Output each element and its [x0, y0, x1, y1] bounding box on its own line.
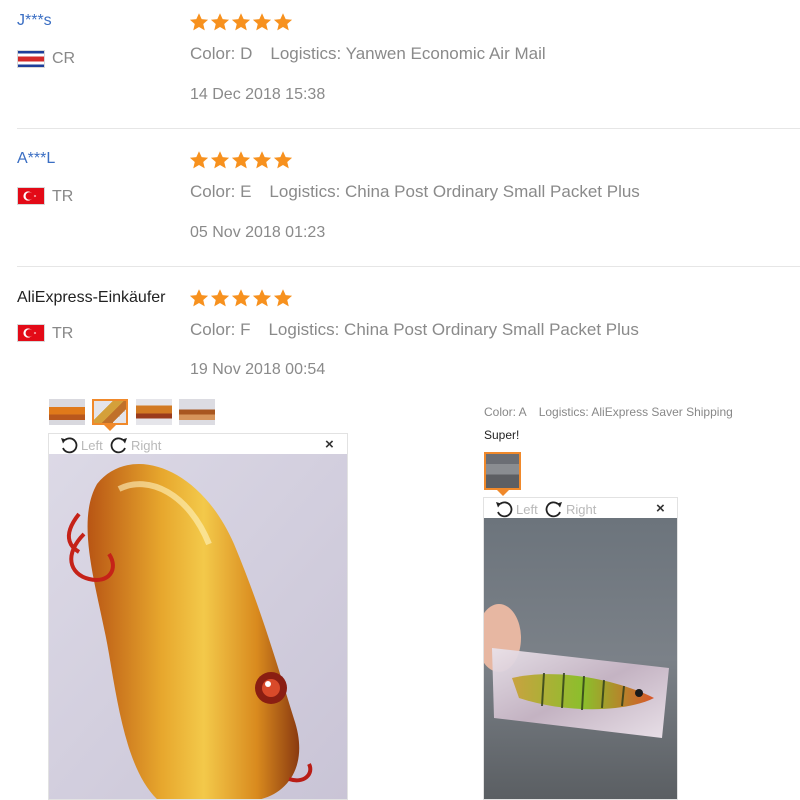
color-option: Color: D — [190, 44, 253, 63]
star-rating — [189, 150, 293, 170]
review-photo-thumbnail-selected[interactable] — [484, 452, 521, 490]
costa-rica-flag-icon — [17, 50, 45, 68]
rotate-right-icon — [109, 435, 129, 455]
order-info: Color: E Logistics: China Post Ordinary S… — [190, 182, 640, 202]
review-photo-thumbnail[interactable] — [49, 399, 85, 425]
close-viewer-button[interactable]: × — [656, 500, 665, 517]
review-photo-thumbnail-selected[interactable] — [92, 399, 128, 425]
rotate-right-button[interactable]: Right — [109, 435, 161, 455]
turkey-flag-icon — [17, 187, 45, 205]
selected-pointer-icon — [497, 490, 509, 496]
reviewer-name[interactable]: A***L — [17, 150, 55, 168]
fishing-lure-photo — [49, 454, 347, 799]
reviewer-name[interactable]: J***s — [17, 12, 52, 30]
star-icon — [231, 288, 251, 308]
order-info: Color: F Logistics: China Post Ordinary S… — [190, 320, 639, 340]
rotate-right-icon — [544, 499, 564, 519]
reviewer-name[interactable]: AliExpress-Einkäufer — [17, 289, 166, 307]
review-date: 14 Dec 2018 15:38 — [190, 86, 326, 103]
star-icon — [210, 12, 230, 32]
review-comment: Super! — [484, 428, 520, 442]
photo-viewer: Left Right × — [483, 497, 678, 800]
photo-viewer: Left Right × — [48, 433, 348, 800]
review-photo — [49, 454, 347, 799]
star-icon — [252, 12, 272, 32]
rotate-left-icon — [494, 499, 514, 519]
order-info: Color: A Logistics: AliExpress Saver Ship… — [484, 405, 733, 419]
star-rating — [189, 288, 293, 308]
order-info: Color: D Logistics: Yanwen Economic Air M… — [190, 44, 546, 64]
turkey-flag-icon — [17, 324, 45, 342]
packaged-lure-photo — [484, 518, 677, 799]
logistics-info: Logistics: China Post Ordinary Small Pac… — [269, 182, 640, 201]
rotate-left-button[interactable]: Left — [494, 499, 538, 519]
logistics-info: Logistics: Yanwen Economic Air Mail — [270, 44, 546, 63]
star-icon — [252, 288, 272, 308]
rotate-left-icon — [59, 435, 79, 455]
star-icon — [189, 150, 209, 170]
star-icon — [210, 150, 230, 170]
star-icon — [273, 288, 293, 308]
star-icon — [231, 12, 251, 32]
logistics-info: Logistics: AliExpress Saver Shipping — [538, 405, 733, 419]
rotate-right-label: Right — [566, 501, 597, 517]
rotate-right-label: Right — [131, 437, 162, 453]
review-photo — [484, 518, 677, 799]
rotate-right-button[interactable]: Right — [544, 499, 596, 519]
color-option: Color: E — [190, 182, 252, 201]
color-option: Color: F — [190, 320, 251, 339]
rotate-left-label: Left — [516, 501, 538, 517]
review-date: 19 Nov 2018 00:54 — [190, 361, 326, 378]
star-icon — [189, 12, 209, 32]
review-photo-thumbnail[interactable] — [179, 399, 215, 425]
photo-viewer-toolbar: Left Right × — [49, 434, 347, 454]
star-icon — [189, 288, 209, 308]
close-viewer-button[interactable]: × — [325, 436, 334, 453]
reviewer-country: TR — [52, 188, 74, 205]
rotate-left-button[interactable]: Left — [59, 435, 103, 455]
star-icon — [231, 150, 251, 170]
star-icon — [252, 150, 272, 170]
rotate-left-label: Left — [81, 437, 103, 453]
star-icon — [210, 288, 230, 308]
divider — [17, 266, 800, 267]
reviewer-country: CR — [52, 50, 76, 67]
review-photo-thumbnail[interactable] — [136, 399, 172, 425]
star-icon — [273, 12, 293, 32]
logistics-info: Logistics: China Post Ordinary Small Pac… — [268, 320, 639, 339]
divider — [17, 128, 800, 129]
selected-pointer-icon — [104, 425, 116, 431]
photo-viewer-toolbar: Left Right × — [484, 498, 677, 518]
star-icon — [273, 150, 293, 170]
reviewer-country: TR — [52, 325, 74, 342]
color-option: Color: A — [484, 405, 527, 419]
review-date: 05 Nov 2018 01:23 — [190, 224, 326, 241]
star-rating — [189, 12, 293, 32]
